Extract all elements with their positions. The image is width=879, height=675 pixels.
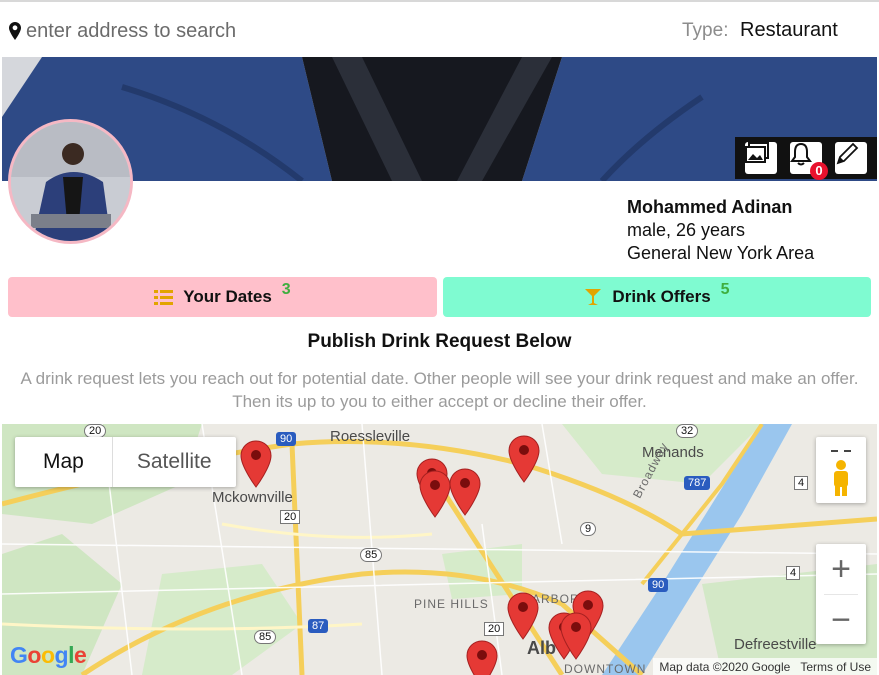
profile-avatar[interactable] xyxy=(8,119,133,244)
profile-details: male, 26 years xyxy=(627,220,746,240)
map-type-control: Map Satellite xyxy=(15,437,236,487)
map-marker-icon[interactable] xyxy=(240,440,272,488)
map-label-downtown: DOWNTOWN xyxy=(564,662,647,675)
type-label: Type: xyxy=(682,20,729,41)
interstate-shield: 87 xyxy=(308,619,329,633)
route-shield: 20 xyxy=(84,424,107,438)
map-type-map-button[interactable]: Map xyxy=(15,437,113,487)
your-dates-button[interactable]: Your Dates 3 xyxy=(8,277,437,317)
pencil-icon xyxy=(836,142,858,165)
route-shield: 9 xyxy=(580,522,597,536)
pegman-icon xyxy=(831,450,851,496)
notification-count-badge: 0 xyxy=(809,162,828,180)
terms-of-use-link[interactable]: Terms of Use xyxy=(800,660,871,674)
map-data-text: Map data ©2020 Google xyxy=(659,659,791,674)
notifications-button[interactable]: 0 xyxy=(789,142,828,180)
drink-offers-label: Drink Offers xyxy=(612,287,711,306)
cover-photo: 0 xyxy=(2,57,877,181)
map-type-satellite-button[interactable]: Satellite xyxy=(113,437,236,487)
your-dates-count: 3 xyxy=(281,281,291,298)
profile-info: Mohammed Adinan male, 26 years General N… xyxy=(627,196,814,265)
drink-offers-count: 5 xyxy=(720,281,730,298)
address-search-input[interactable] xyxy=(26,16,426,46)
map-label-pine-hills: PINE HILLS xyxy=(414,597,489,611)
edit-profile-button[interactable] xyxy=(834,142,867,174)
cover-toolbar: 0 xyxy=(735,137,877,180)
zoom-in-button[interactable]: + xyxy=(816,544,866,594)
zoom-out-button[interactable]: − xyxy=(816,595,866,645)
route-shield: 85 xyxy=(254,630,277,644)
drink-offers-button[interactable]: Drink Offers 5 xyxy=(443,277,871,317)
map-label-defreestville: Defreestville xyxy=(734,636,817,653)
profile-name: Mohammed Adinan xyxy=(627,197,793,217)
map[interactable]: Roessleville Menands Mckownville PINE HI… xyxy=(2,424,877,675)
route-shield: 4 xyxy=(794,476,809,490)
bell-icon xyxy=(789,142,812,166)
map-label-mckownville: Mckownville xyxy=(212,489,293,506)
map-marker-icon[interactable] xyxy=(419,470,451,518)
interstate-shield: 90 xyxy=(648,578,669,592)
change-cover-button[interactable] xyxy=(745,142,778,174)
route-shield: 20 xyxy=(484,622,505,636)
interstate-shield: 787 xyxy=(684,476,711,490)
type-select[interactable]: Restaurant xyxy=(740,19,838,42)
publish-description: A drink request lets you reach out for p… xyxy=(20,369,859,411)
google-logo: Google xyxy=(10,642,87,668)
interstate-shield: 90 xyxy=(276,432,297,446)
map-marker-icon[interactable] xyxy=(466,640,498,675)
location-pin-icon xyxy=(9,22,21,40)
publish-title: Publish Drink Request Below xyxy=(307,331,572,352)
map-label-roessleville: Roessleville xyxy=(330,428,411,445)
route-shield: 4 xyxy=(786,566,801,580)
street-view-button[interactable] xyxy=(816,437,866,503)
route-shield: 20 xyxy=(280,510,301,524)
avatar-image xyxy=(11,122,130,241)
profile-location: General New York Area xyxy=(627,243,815,263)
search-bar: Type: Restaurant xyxy=(0,2,879,57)
route-shield: 32 xyxy=(676,424,699,438)
route-shield: 85 xyxy=(360,548,383,562)
zoom-control: + − xyxy=(816,544,866,644)
map-marker-icon[interactable] xyxy=(507,592,539,640)
your-dates-label: Your Dates xyxy=(183,287,272,306)
list-icon xyxy=(154,289,174,305)
image-icon xyxy=(745,142,770,163)
map-marker-icon[interactable] xyxy=(449,468,481,516)
map-attribution: Map data ©2020 Google Terms of Use xyxy=(653,658,877,675)
cocktail-icon xyxy=(584,288,602,306)
map-marker-icon[interactable] xyxy=(508,435,540,483)
map-marker-icon[interactable] xyxy=(560,612,592,660)
